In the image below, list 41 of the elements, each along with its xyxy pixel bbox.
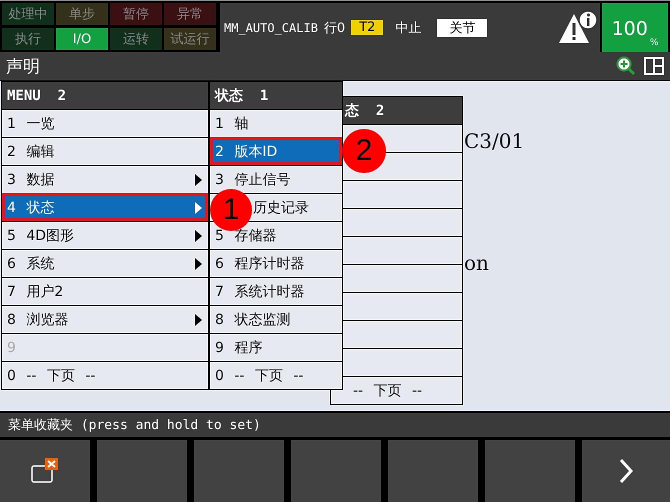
function-key[interactable] [0, 440, 90, 502]
menu-item[interactable]: 2 编辑 [2, 137, 208, 165]
status-lamp: 异常 [164, 3, 216, 25]
screen-title: 声明 [6, 56, 40, 78]
menu-item[interactable]: 0 -- 下页 -- [2, 361, 208, 389]
favorites-text: 菜单收藏夹 (press and hold to set) [8, 417, 261, 434]
run-state: 中止 [395, 20, 422, 36]
content-text: on [464, 251, 489, 275]
menu-item[interactable]: 1 一览 [2, 109, 208, 137]
status-lamp: 处理中 [2, 3, 54, 25]
program-name: MM_AUTO_CALIB [224, 20, 318, 34]
menu-item[interactable]: 6 程序计时器 [210, 249, 342, 277]
mode-badge: T2 [351, 20, 384, 35]
warning-info-icon[interactable] [558, 10, 598, 46]
line-number: 行0 [324, 20, 346, 36]
status-lamp: 执行 [2, 28, 54, 50]
menu-item[interactable]: 8 浏览器 [2, 305, 208, 333]
menu-header: MENU 2 [2, 82, 208, 109]
menu-header: 状态 1 [210, 82, 342, 109]
status-lamp: 试运行 [164, 28, 216, 50]
coordinate-badge: 关节 [437, 18, 488, 36]
menu-item[interactable]: 7 用户2 [2, 277, 208, 305]
menu-item[interactable]: 5 4D图形 [2, 221, 208, 249]
zoom-in-icon[interactable] [616, 56, 636, 76]
override-value: 100 [612, 18, 648, 40]
menu-item[interactable]: 0 -- 下页 -- [210, 361, 342, 389]
status-lamp: 单步 [56, 3, 108, 25]
close-window-icon [31, 458, 59, 484]
chevron-right-icon [619, 458, 633, 484]
status-lamp: 运转 [110, 28, 162, 50]
menu-item[interactable]: 4 状态 [2, 193, 208, 221]
menu-item[interactable]: 9 程序 [210, 333, 342, 361]
menu-item[interactable]: 8 状态监测 [210, 305, 342, 333]
status-lamp: I/O [56, 28, 108, 50]
menu-item[interactable]: 7 系统计时器 [210, 277, 342, 305]
content-text: C3/01 [464, 129, 524, 153]
split-view-icon[interactable] [644, 57, 664, 75]
menu-item[interactable]: 2 版本ID [210, 137, 342, 165]
status-lamp: 暂停 [110, 3, 162, 25]
percent-unit: % [650, 38, 658, 48]
menu-item[interactable]: 6 系统 [2, 249, 208, 277]
